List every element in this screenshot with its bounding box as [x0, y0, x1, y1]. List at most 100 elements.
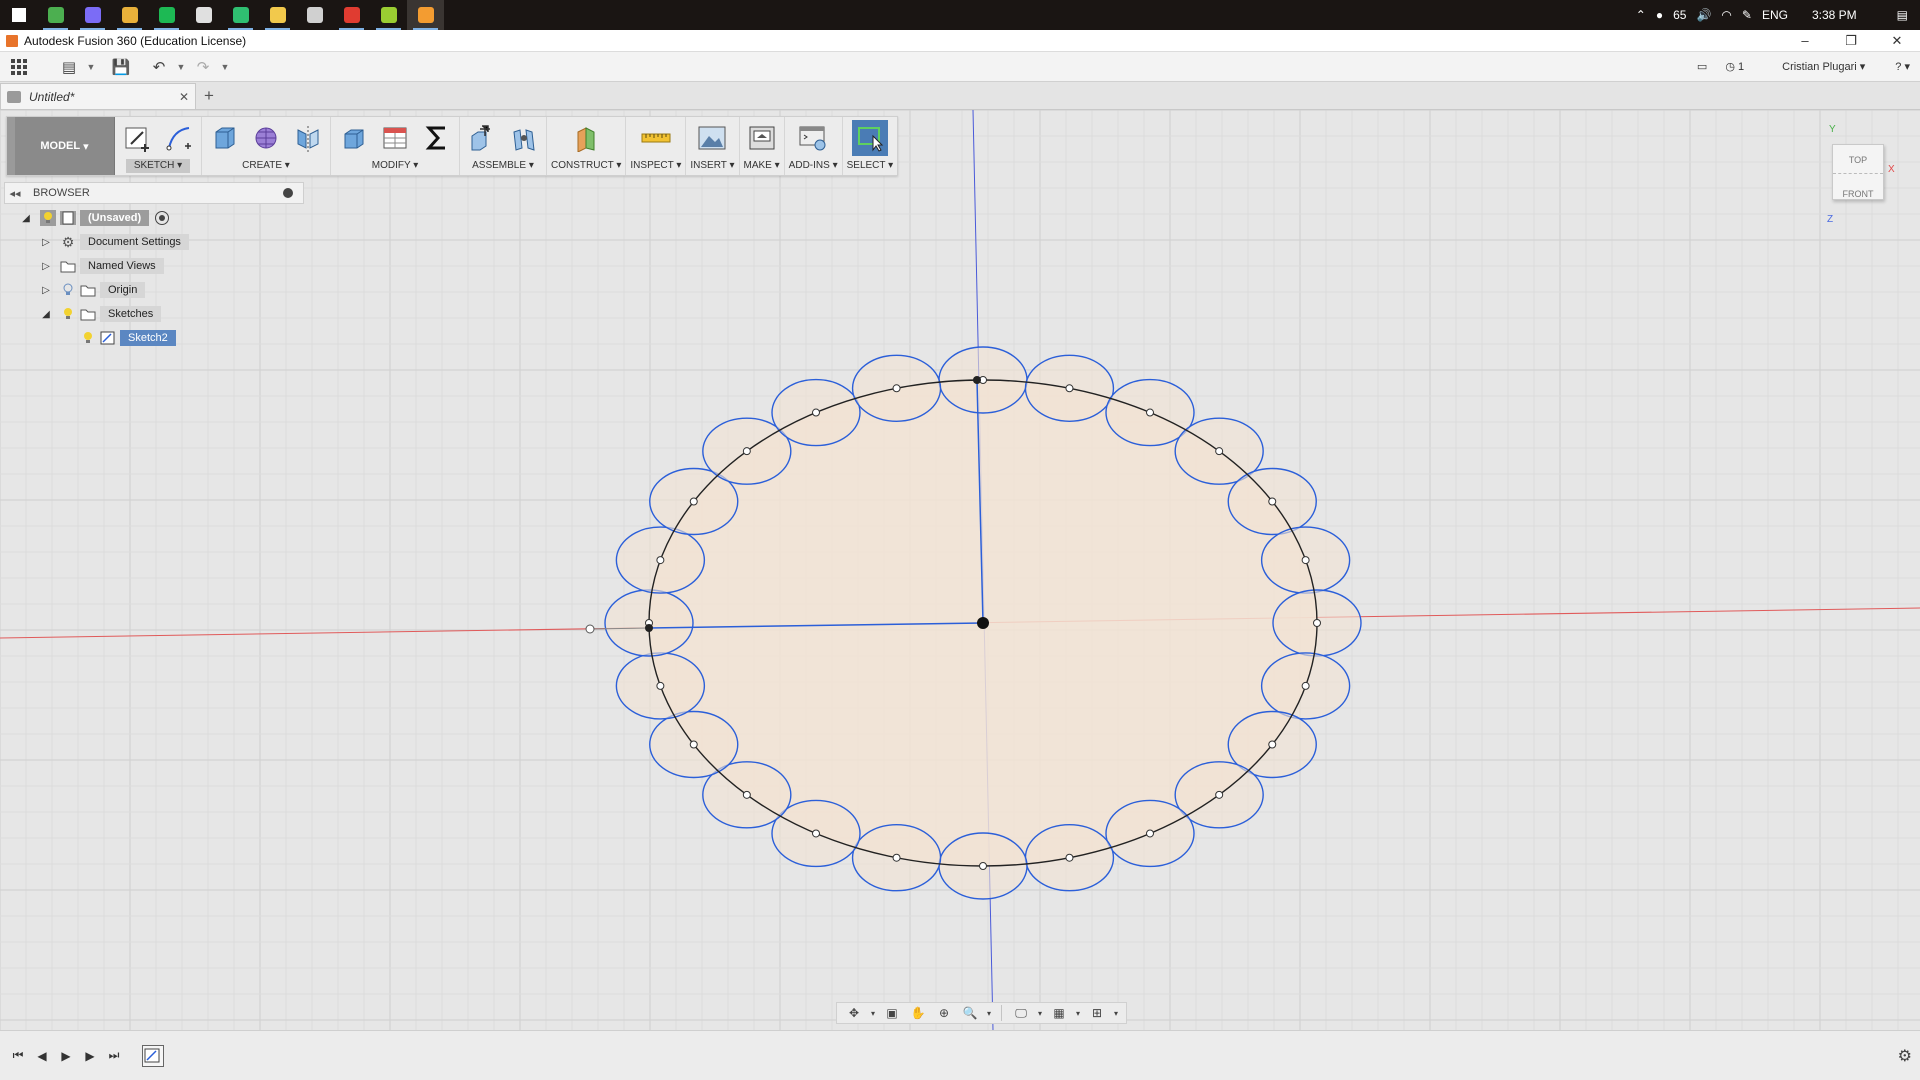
lightbulb-icon[interactable]	[80, 330, 96, 346]
timeline-sketch-feature[interactable]	[142, 1044, 164, 1067]
volume-icon[interactable]: 🔊	[1696, 8, 1711, 22]
zoom-icon[interactable]: ⊕	[933, 1004, 955, 1022]
zoom-dropdown-icon[interactable]: ▾	[985, 1004, 993, 1022]
ribbon-group-modify[interactable]: MODIFY ▾	[331, 117, 460, 175]
viewports-dropdown-icon[interactable]: ▾	[1112, 1004, 1120, 1022]
offset-plane-icon[interactable]	[568, 120, 604, 156]
taskbar-app-git-icon[interactable]	[185, 0, 222, 30]
ribbon-group-make[interactable]: MAKE ▾	[740, 117, 785, 175]
job-status[interactable]: ◷ 1	[1725, 60, 1744, 73]
insert-image-icon[interactable]	[694, 120, 730, 156]
undo-dropdown-icon[interactable]: ▼	[174, 52, 188, 82]
user-menu[interactable]: Cristian Plugari ▾	[1782, 60, 1865, 73]
go-to-end-icon[interactable]: ⏭	[102, 1044, 126, 1068]
taskbar-app-green-icon[interactable]	[37, 0, 74, 30]
taskbar-app-chrome-icon[interactable]	[111, 0, 148, 30]
lightbulb-off-icon[interactable]	[60, 282, 76, 298]
workspace-switcher[interactable]: MODEL ▾	[15, 117, 115, 175]
ribbon-group-insert[interactable]: INSERT ▾	[686, 117, 740, 175]
3d-print-icon[interactable]	[744, 120, 780, 156]
collapsed-triangle-icon[interactable]: ▷	[38, 258, 54, 274]
pan-hand-icon[interactable]: ✋	[907, 1004, 929, 1022]
taskbar-app-purple-icon[interactable]	[74, 0, 111, 30]
measure-icon[interactable]	[638, 120, 674, 156]
modify-table-icon[interactable]	[377, 120, 413, 156]
save-icon[interactable]: 💾	[106, 52, 136, 82]
redo-icon[interactable]: ↷	[188, 52, 218, 82]
redo-dropdown-icon[interactable]: ▼	[218, 52, 232, 82]
ribbon-group-assemble[interactable]: ASSEMBLE ▾	[460, 117, 547, 175]
create-sketch-icon[interactable]	[119, 120, 155, 156]
tree-node-document-settings[interactable]: ▷ ⚙ Document Settings	[38, 232, 189, 252]
sigma-icon[interactable]	[419, 120, 455, 156]
viewcube-front-label[interactable]: FRONT	[1833, 189, 1883, 199]
collapsed-triangle-icon[interactable]: ▷	[38, 282, 54, 298]
collapsed-triangle-icon[interactable]: ▷	[38, 234, 54, 250]
taskbar-app-edit-icon[interactable]	[370, 0, 407, 30]
extrude-icon[interactable]	[206, 120, 242, 156]
weather-icon[interactable]: ●	[1656, 8, 1663, 22]
go-to-start-icon[interactable]: ⏮	[6, 1044, 30, 1068]
orbit-dropdown-icon[interactable]: ▾	[869, 1004, 877, 1022]
clock[interactable]: 3:38 PM	[1812, 8, 1857, 22]
expanded-triangle-icon[interactable]: ◢	[18, 210, 34, 226]
ribbon-group-select[interactable]: SELECT ▾	[843, 117, 898, 175]
timeline-settings-gear-icon[interactable]: ⚙	[1898, 1046, 1912, 1066]
ribbon-group-inspect[interactable]: INSPECT ▾	[626, 117, 687, 175]
taskbar-app-calc-icon[interactable]	[296, 0, 333, 30]
scripts-addins-icon[interactable]	[795, 120, 831, 156]
taskbar-app-green2-icon[interactable]	[222, 0, 259, 30]
select-icon[interactable]	[851, 120, 888, 156]
notifications-icon[interactable]: ▤	[1897, 8, 1908, 22]
language-indicator[interactable]: ENG	[1762, 8, 1788, 22]
ribbon-group-sketch[interactable]: SKETCH ▾	[115, 117, 202, 175]
close-window-button[interactable]: ✕	[1874, 30, 1920, 52]
pen-icon[interactable]: ✎	[1742, 8, 1752, 22]
minimize-button[interactable]: –	[1782, 30, 1828, 52]
tree-node-origin[interactable]: ▷ Origin	[38, 280, 146, 300]
help-menu[interactable]: ? ▾	[1895, 60, 1910, 73]
form-icon[interactable]	[248, 120, 284, 156]
orbit-icon[interactable]: ✥	[843, 1004, 865, 1022]
lightbulb-icon[interactable]	[40, 210, 56, 226]
tree-node-sketch2[interactable]: Sketch2	[80, 328, 176, 348]
ribbon-group-create[interactable]: CREATE ▾	[202, 117, 331, 175]
wifi-icon[interactable]: ◠	[1721, 8, 1731, 22]
taskbar-app-pdf-icon[interactable]	[333, 0, 370, 30]
expanded-triangle-icon[interactable]: ◢	[38, 306, 54, 322]
new-component-icon[interactable]	[464, 120, 500, 156]
tree-node-sketches[interactable]: ◢ Sketches	[38, 304, 162, 324]
taskbar-app-fusion-icon[interactable]	[407, 0, 444, 30]
grid-settings-icon[interactable]: ▦	[1048, 1004, 1070, 1022]
press-pull-icon[interactable]	[335, 120, 371, 156]
viewcube-face[interactable]: TOP FRONT	[1832, 144, 1884, 200]
ribbon-group-addins[interactable]: ADD-INS ▾	[785, 117, 843, 175]
new-tab-button[interactable]: +	[196, 83, 222, 109]
file-menu-icon[interactable]: ▤	[54, 52, 84, 82]
viewports-icon[interactable]: ⊞	[1086, 1004, 1108, 1022]
step-back-icon[interactable]: ◀	[30, 1044, 54, 1068]
close-tab-icon[interactable]: ✕	[179, 90, 189, 104]
look-at-icon[interactable]: ▣	[881, 1004, 903, 1022]
viewcube-top-label[interactable]: TOP	[1833, 155, 1883, 165]
undo-icon[interactable]: ↶	[144, 52, 174, 82]
viewcube[interactable]: TOP FRONT Y X Z	[1826, 124, 1895, 225]
document-tab[interactable]: Untitled* ✕	[0, 83, 196, 109]
ribbon-group-construct[interactable]: CONSTRUCT ▾	[547, 117, 627, 175]
joint-icon[interactable]	[506, 120, 542, 156]
design-canvas[interactable]	[0, 110, 1920, 1030]
browser-minimize-icon[interactable]	[283, 188, 293, 198]
display-settings-icon[interactable]: 🖵	[1010, 1004, 1032, 1022]
chevron-up-icon[interactable]: ⌃	[1636, 8, 1646, 22]
file-dropdown-icon[interactable]: ▼	[84, 52, 98, 82]
taskbar-app-spotify-icon[interactable]	[148, 0, 185, 30]
collapse-panel-icon[interactable]: ◂◂	[5, 187, 25, 200]
sketch-arc-icon[interactable]	[161, 120, 197, 156]
mirror-icon[interactable]	[290, 120, 326, 156]
grid-dropdown-icon[interactable]: ▾	[1074, 1004, 1082, 1022]
comments-icon[interactable]: ▭	[1697, 60, 1707, 73]
ribbon-grip[interactable]	[7, 117, 15, 175]
maximize-button[interactable]: ❐	[1828, 30, 1874, 52]
browser-panel-header[interactable]: ◂◂ BROWSER	[4, 182, 304, 204]
tree-node-root[interactable]: ◢ (Unsaved)	[18, 208, 170, 228]
